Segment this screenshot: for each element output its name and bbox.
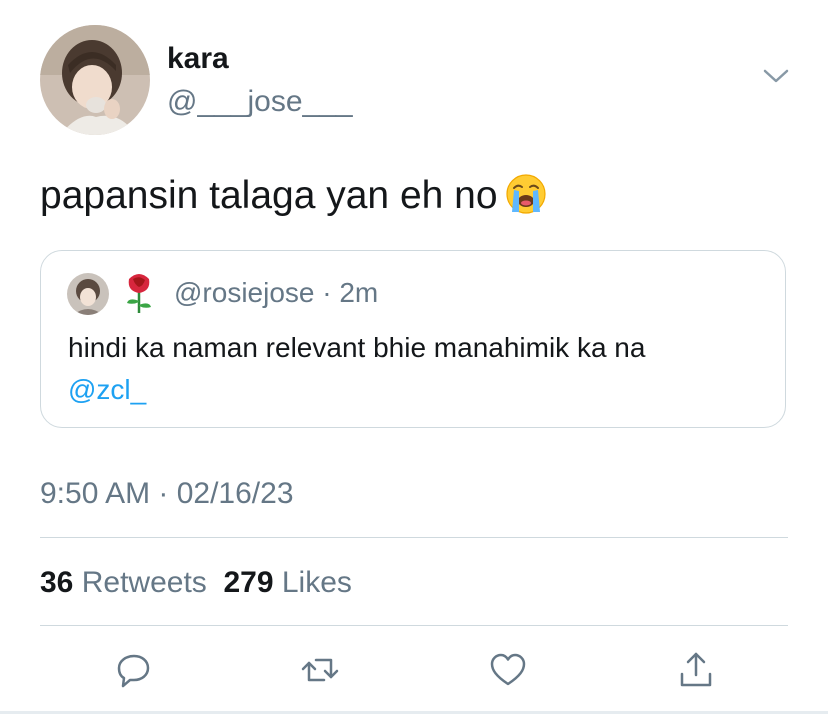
quoted-author-avatar	[67, 273, 109, 315]
retweets-label: Retweets	[81, 566, 207, 599]
author-handle[interactable]: @___jose___	[167, 84, 353, 120]
reply-icon[interactable]	[114, 650, 154, 690]
quoted-avatar-image	[67, 273, 109, 315]
avatar-image	[40, 25, 150, 135]
quoted-text: hindi ka naman relevant bhie manahimik k…	[68, 332, 646, 363]
author-display-name[interactable]: kara	[167, 41, 229, 77]
retweets-count: 36	[40, 566, 74, 599]
retweets-stat[interactable]: 36 Retweets	[40, 566, 207, 599]
quoted-tweet-card[interactable]: @rosiejose · 2m hindi ka naman relevant …	[40, 250, 786, 428]
loudly-crying-face-icon	[505, 174, 546, 214]
share-icon[interactable]	[676, 650, 716, 690]
author-avatar[interactable]	[40, 25, 150, 135]
divider	[40, 625, 788, 626]
likes-label: Likes	[281, 566, 352, 599]
tweet-text: papansin talaga yan eh no	[40, 172, 548, 220]
tweet-stats: 36 Retweets 279 Likes	[40, 565, 352, 601]
likes-stat[interactable]: 279 Likes	[223, 566, 351, 599]
like-icon[interactable]	[488, 650, 528, 690]
chevron-down-icon[interactable]	[762, 66, 790, 86]
quoted-mention-link[interactable]: @zcl_	[68, 372, 146, 408]
quoted-handle-time[interactable]: @rosiejose · 2m	[174, 276, 378, 310]
rose-icon	[127, 274, 151, 313]
retweet-icon[interactable]	[300, 650, 340, 690]
likes-count: 279	[223, 566, 274, 599]
tweet-body: papansin talaga yan eh no	[40, 174, 498, 217]
divider	[40, 537, 788, 538]
tweet-timestamp[interactable]: 9:50 AM · 02/16/23	[40, 476, 294, 512]
